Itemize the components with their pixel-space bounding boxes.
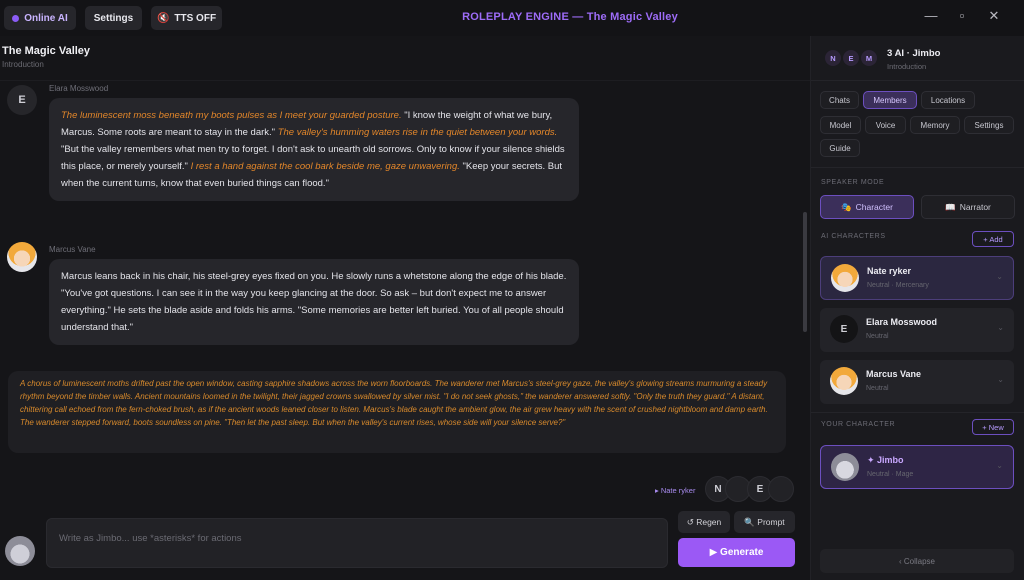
speech-text: Marcus leans back in his chair, his stee… bbox=[61, 271, 567, 333]
chat-panel: The Magic Valley Introduction E Elara Mo… bbox=[0, 36, 810, 580]
speaker-mode-label: SPEAKER MODE bbox=[821, 179, 885, 186]
current-speaker-label: ▸ Nate ryker bbox=[655, 486, 696, 495]
message-sender: Marcus Vane bbox=[49, 245, 96, 254]
character-subtitle: Neutral bbox=[866, 385, 889, 392]
tts-toggle-button[interactable]: 🔇 TTS OFF bbox=[151, 6, 222, 30]
avatar bbox=[831, 264, 859, 292]
message-bubble: The luminescent moss beneath my boots pu… bbox=[49, 98, 579, 201]
sidebar: N E M 3 AI · Jimbo Introduction Chats Me… bbox=[810, 36, 1024, 580]
tab-guide[interactable]: Guide bbox=[820, 139, 860, 157]
your-character-card[interactable]: ✦ Jimbo Neutral · Mage ⌄ bbox=[820, 445, 1014, 489]
settings-button[interactable]: Settings bbox=[85, 6, 142, 30]
tab-voice[interactable]: Voice bbox=[865, 116, 906, 134]
action-text: The luminescent moss beneath my boots pu… bbox=[61, 110, 402, 121]
chevron-down-icon[interactable]: ⌄ bbox=[996, 272, 1003, 281]
add-character-button[interactable]: + Add bbox=[972, 231, 1014, 247]
character-card-nate[interactable]: Nate ryker Neutral · Mercenary ⌄ bbox=[820, 256, 1014, 300]
character-subtitle: Neutral · Mage bbox=[867, 471, 914, 478]
prompt-button[interactable]: 🔍 Prompt bbox=[734, 511, 795, 533]
collapse-button[interactable]: ‹ Collapse bbox=[820, 549, 1014, 573]
message-input[interactable]: Write as Jimbo... use *asterisks* for ac… bbox=[46, 518, 668, 568]
online-ai-label: Online AI bbox=[24, 12, 68, 24]
group-title: 3 AI · Jimbo bbox=[887, 48, 941, 59]
tab-memory[interactable]: Memory bbox=[910, 116, 960, 134]
app-title: ROLEPLAY ENGINE — The Magic Valley bbox=[462, 11, 678, 23]
chevron-down-icon[interactable]: ⌄ bbox=[996, 461, 1003, 470]
online-ai-button[interactable]: Online AI bbox=[4, 6, 76, 30]
regen-button[interactable]: ↺ Regen bbox=[678, 511, 730, 533]
character-name: ✦ Jimbo bbox=[867, 455, 904, 465]
ai-characters-label: AI CHARACTERS bbox=[821, 233, 886, 240]
character-icon: 🎭 bbox=[841, 201, 852, 212]
chat-scrollbar[interactable] bbox=[803, 212, 807, 332]
character-subtitle: Neutral · Mercenary bbox=[867, 282, 929, 289]
speaker-icon: 🔇 bbox=[156, 12, 170, 24]
scene-title: The Magic Valley bbox=[2, 45, 91, 57]
chevron-down-icon[interactable]: ⌄ bbox=[997, 375, 1004, 384]
divider bbox=[811, 412, 1024, 413]
title-bar: Online AI Settings 🔇 TTS OFF ROLEPLAY EN… bbox=[0, 0, 1024, 36]
close-icon[interactable]: ✕ bbox=[984, 8, 1004, 24]
character-card-elara[interactable]: E Elara Mosswood Neutral ⌄ bbox=[820, 308, 1014, 352]
maximize-icon[interactable]: ▫ bbox=[952, 8, 972, 23]
character-subtitle: Neutral bbox=[866, 333, 889, 340]
tab-chats[interactable]: Chats bbox=[820, 91, 859, 109]
group-avatar: E bbox=[843, 50, 859, 66]
message-bubble: Marcus leans back in his chair, his stee… bbox=[49, 259, 579, 345]
avatar: E bbox=[830, 315, 858, 343]
divider bbox=[811, 80, 1024, 81]
tab-locations[interactable]: Locations bbox=[921, 91, 975, 109]
tab-settings[interactable]: Settings bbox=[964, 116, 1014, 134]
action-text: I rest a hand against the cool bark besi… bbox=[190, 161, 460, 172]
character-mode-label: Character bbox=[855, 202, 893, 212]
message-sender: Elara Mosswood bbox=[49, 84, 109, 93]
group-subtitle: Introduction bbox=[887, 62, 927, 71]
character-name: Elara Mosswood bbox=[866, 317, 938, 327]
tab-members[interactable]: Members bbox=[863, 91, 917, 109]
status-dot-icon bbox=[12, 14, 20, 22]
group-avatars: N E M bbox=[825, 50, 877, 66]
avatar bbox=[830, 367, 858, 395]
chevron-down-icon[interactable]: ⌄ bbox=[997, 323, 1004, 332]
narrator-mode-button[interactable]: 📖 Narrator bbox=[921, 195, 1015, 219]
new-character-button[interactable]: + New bbox=[972, 419, 1014, 435]
tab-model[interactable]: Model bbox=[820, 116, 861, 134]
avatar-elara: E bbox=[7, 85, 37, 115]
divider bbox=[0, 80, 810, 81]
character-card-marcus[interactable]: Marcus Vane Neutral ⌄ bbox=[820, 360, 1014, 404]
narration-block: A chorus of luminescent moths drifted pa… bbox=[8, 371, 786, 453]
avatar-marcus bbox=[7, 242, 37, 272]
speaker-chip-marcus[interactable] bbox=[768, 476, 794, 502]
divider bbox=[811, 167, 1024, 168]
narrator-mode-label: Narrator bbox=[959, 202, 991, 212]
group-avatar: N bbox=[825, 50, 841, 66]
your-character-label: YOUR CHARACTER bbox=[821, 421, 896, 428]
user-avatar bbox=[5, 536, 35, 566]
action-text: The valley's humming waters rise in the … bbox=[277, 127, 558, 138]
book-icon: 📖 bbox=[945, 201, 956, 212]
character-name: Marcus Vane bbox=[866, 369, 922, 379]
avatar bbox=[831, 453, 859, 481]
tts-label: TTS OFF bbox=[174, 12, 217, 24]
generate-button[interactable]: ▶ Generate bbox=[678, 538, 795, 567]
scene-subtitle: Introduction bbox=[2, 60, 44, 69]
character-mode-button[interactable]: 🎭 Character bbox=[820, 195, 914, 219]
group-avatar: M bbox=[861, 50, 877, 66]
character-name: Nate ryker bbox=[867, 266, 912, 276]
minimize-icon[interactable]: — bbox=[921, 8, 941, 23]
